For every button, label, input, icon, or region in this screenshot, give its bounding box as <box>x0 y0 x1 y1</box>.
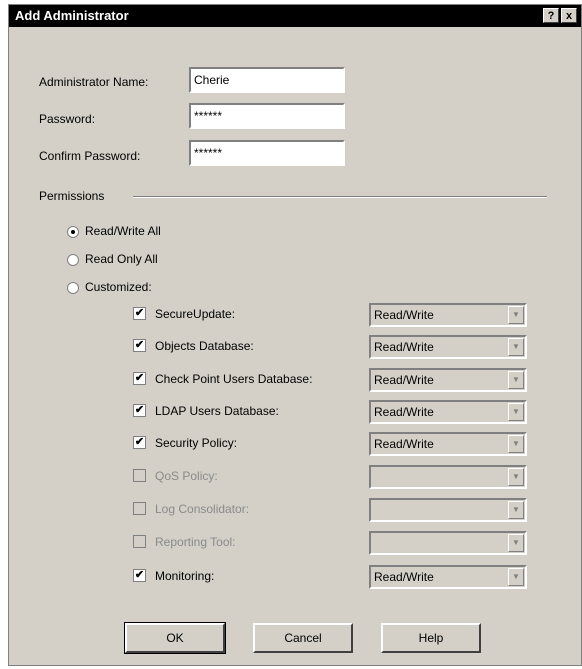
read-write-all-radio[interactable] <box>67 226 79 238</box>
chevron-down-icon[interactable]: ▼ <box>508 371 524 389</box>
qos-policy-checkbox <box>133 469 146 482</box>
check-point-users-database-checkbox[interactable]: ✔ <box>133 372 146 385</box>
title-bar: Add Administrator ? x <box>9 5 581 27</box>
reporting-tool-label: Reporting Tool: <box>155 535 236 549</box>
close-icon[interactable]: x <box>561 8 577 23</box>
dialog-title: Add Administrator <box>15 8 129 23</box>
cancel-button[interactable]: Cancel <box>253 623 353 653</box>
password-field[interactable]: ****** <box>189 103 345 129</box>
reporting-tool-select: ▼ <box>369 531 527 555</box>
customized-radio[interactable] <box>67 282 79 294</box>
qos-policy-select: ▼ <box>369 465 527 489</box>
chevron-down-icon[interactable]: ▼ <box>508 435 524 453</box>
log-consolidator-select: ▼ <box>369 498 527 522</box>
secureupdate-select-value: Read/Write <box>374 308 434 322</box>
chevron-down-icon[interactable]: ▼ <box>508 568 524 586</box>
objects-database-label: Objects Database: <box>155 339 254 353</box>
confirm-password-field[interactable]: ****** <box>189 140 345 166</box>
log-consolidator-label: Log Consolidator: <box>155 502 250 516</box>
confirm-password-label: Confirm Password: <box>39 149 141 163</box>
chevron-down-icon[interactable]: ▼ <box>508 306 524 324</box>
chevron-down-icon: ▼ <box>508 534 524 552</box>
add-administrator-dialog: Add Administrator ? x Administrator Name… <box>8 4 582 666</box>
check-point-users-database-label: Check Point Users Database: <box>155 372 313 386</box>
security-policy-checkbox[interactable]: ✔ <box>133 436 146 449</box>
read-only-all-label[interactable]: Read Only All <box>85 252 158 266</box>
password-label: Password: <box>39 112 96 126</box>
log-consolidator-checkbox <box>133 502 146 515</box>
security-policy-label: Security Policy: <box>155 436 238 450</box>
security-policy-select[interactable]: Read/Write ▼ <box>369 432 527 456</box>
ldap-users-database-select-value: Read/Write <box>374 405 434 419</box>
objects-database-checkbox[interactable]: ✔ <box>133 339 146 352</box>
security-policy-select-value: Read/Write <box>374 437 434 451</box>
permissions-label: Permissions <box>39 189 105 203</box>
ok-button[interactable]: OK <box>124 622 226 654</box>
chevron-down-icon: ▼ <box>508 468 524 486</box>
secureupdate-checkbox[interactable]: ✔ <box>133 307 146 320</box>
monitoring-label: Monitoring: <box>155 569 215 583</box>
ldap-users-database-select[interactable]: Read/Write ▼ <box>369 400 527 424</box>
monitoring-select[interactable]: Read/Write ▼ <box>369 565 527 589</box>
monitoring-select-value: Read/Write <box>374 570 434 584</box>
ldap-users-database-label: LDAP Users Database: <box>155 404 279 418</box>
objects-database-select-value: Read/Write <box>374 340 434 354</box>
read-only-all-radio[interactable] <box>67 254 79 266</box>
qos-policy-label: QoS Policy: <box>155 469 218 483</box>
check-point-users-database-select[interactable]: Read/Write ▼ <box>369 368 527 392</box>
customized-label[interactable]: Customized: <box>85 280 152 294</box>
secureupdate-select[interactable]: Read/Write ▼ <box>369 303 527 327</box>
help-icon[interactable]: ? <box>543 8 559 23</box>
ldap-users-database-checkbox[interactable]: ✔ <box>133 404 146 417</box>
reporting-tool-checkbox <box>133 535 146 548</box>
administrator-name-label: Administrator Name: <box>39 75 149 89</box>
read-write-all-label[interactable]: Read/Write All <box>85 224 161 238</box>
administrator-name-field[interactable]: Cherie <box>189 67 345 93</box>
chevron-down-icon: ▼ <box>508 501 524 519</box>
secureupdate-label: SecureUpdate: <box>155 307 236 321</box>
permissions-divider <box>133 196 547 198</box>
chevron-down-icon[interactable]: ▼ <box>508 338 524 356</box>
objects-database-select[interactable]: Read/Write ▼ <box>369 335 527 359</box>
check-point-users-database-select-value: Read/Write <box>374 373 434 387</box>
monitoring-checkbox[interactable]: ✔ <box>133 569 146 582</box>
help-button[interactable]: Help <box>381 623 481 653</box>
chevron-down-icon[interactable]: ▼ <box>508 403 524 421</box>
